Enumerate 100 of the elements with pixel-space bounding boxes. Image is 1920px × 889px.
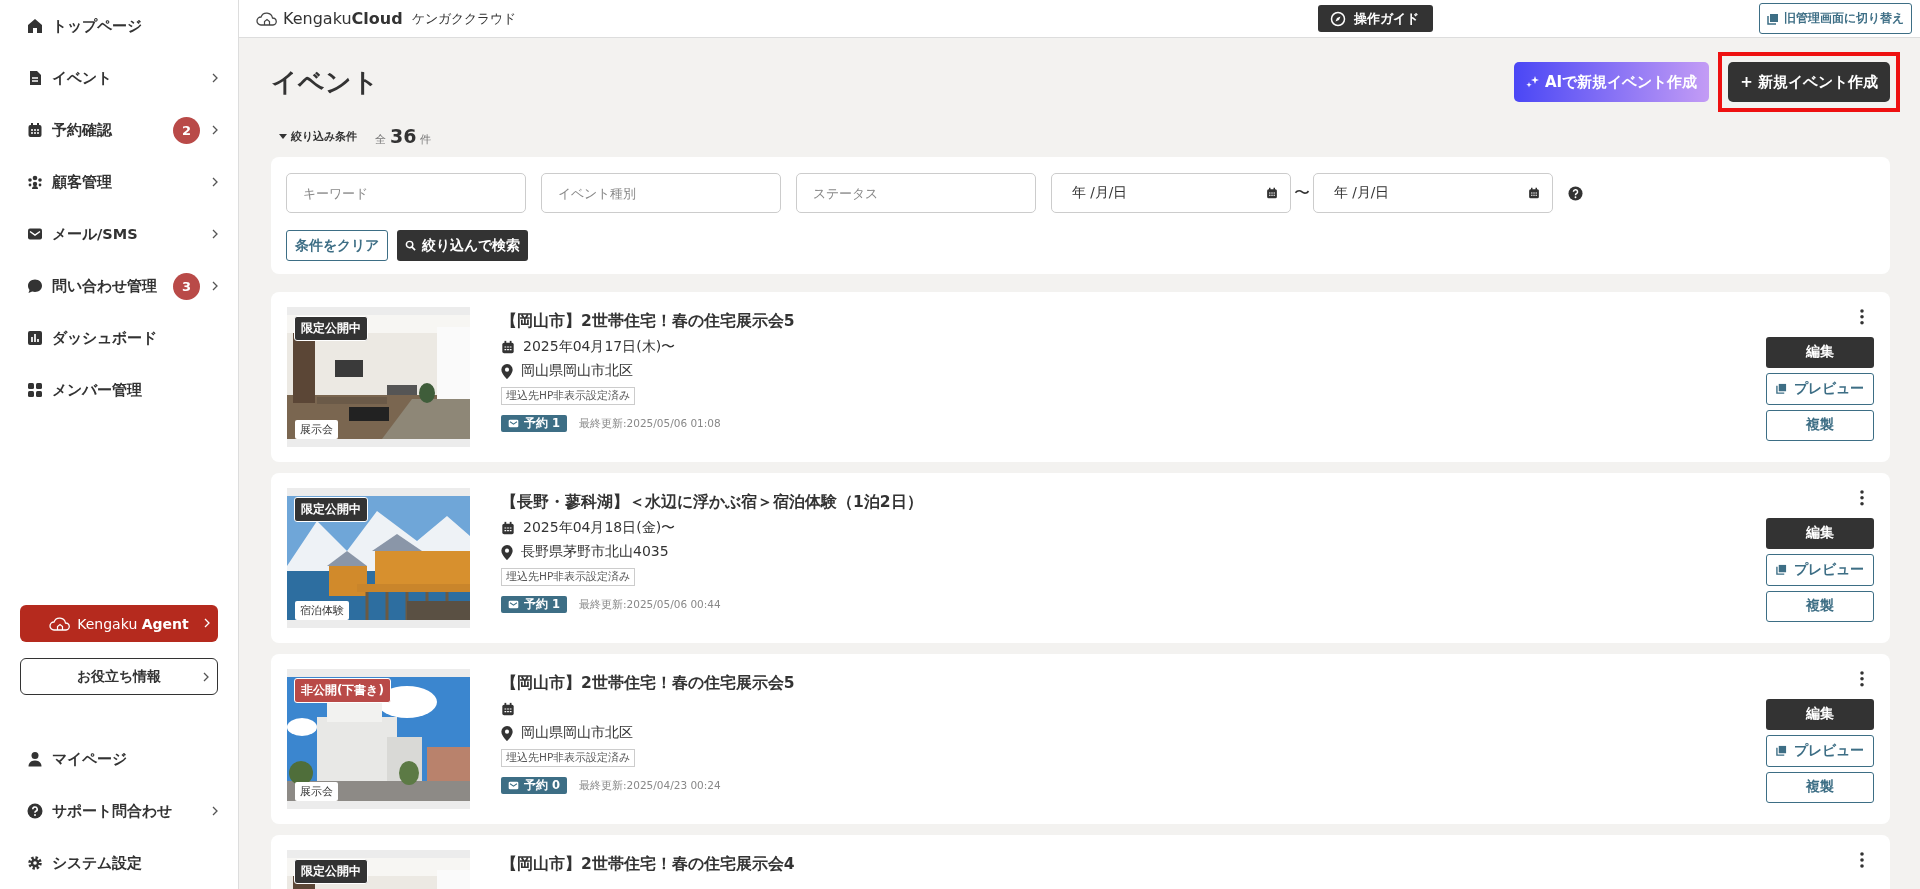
event-title[interactable]: 【岡山市】2世帯住宅！春の住宅展示会5 xyxy=(501,311,1762,332)
filter-field[interactable]: イベント種別 xyxy=(541,173,781,213)
copy-icon xyxy=(1776,564,1787,576)
event-location: 岡山県岡山市北区 xyxy=(521,724,633,742)
duplicate-button[interactable]: 複製 xyxy=(1766,409,1874,441)
result-count: 36 xyxy=(390,125,417,147)
mail-icon xyxy=(508,418,519,429)
date-field[interactable]: 年 /月/日 xyxy=(1051,173,1291,213)
more-menu-icon[interactable] xyxy=(1860,490,1864,506)
sidebar-item[interactable]: システム設定 xyxy=(0,837,238,889)
chat-bubble-icon xyxy=(27,278,43,294)
calendar-icon xyxy=(501,702,515,716)
event-title[interactable]: 【岡山市】2世帯住宅！春の住宅展示会5 xyxy=(501,673,1762,694)
page-title: イベント xyxy=(271,65,380,99)
sidebar-item[interactable]: メール/SMS xyxy=(0,208,238,260)
agent-button[interactable]: Kengaku Agent xyxy=(20,605,218,642)
sidebar-item[interactable]: マイページ xyxy=(0,733,238,785)
sidebar-item[interactable]: トップページ xyxy=(0,0,238,52)
count-prefix: 全 xyxy=(375,132,386,147)
search-icon xyxy=(405,240,416,251)
sidebar-item[interactable]: メンバー管理 xyxy=(0,364,238,416)
event-title[interactable]: 【長野・蓼科湖】＜水辺に浮かぶ宿＞宿泊体験（1泊2日） xyxy=(501,492,1762,513)
count-badge: 3 xyxy=(173,272,200,300)
search-button[interactable]: 絞り込んで検索 xyxy=(397,230,528,261)
edit-button[interactable]: 編集 xyxy=(1766,336,1874,369)
sidebar-item[interactable]: 予約確認 2 xyxy=(0,104,238,156)
status-badge: 非公開(下書き) xyxy=(294,678,391,703)
reservation-badge: 予約 1 xyxy=(501,415,567,432)
grid-icon xyxy=(27,382,43,398)
clear-button[interactable]: 条件をクリア xyxy=(286,230,388,261)
home-icon xyxy=(27,18,43,34)
new-event-button[interactable]: + 新規イベント作成 xyxy=(1728,62,1890,102)
info-button[interactable]: お役立ち情報 xyxy=(20,658,218,695)
calendar-icon xyxy=(501,521,515,535)
calendar-icon xyxy=(1528,187,1540,199)
last-updated: 最終更新:2025/05/06 00:44 xyxy=(579,597,721,612)
reservation-badge: 予約 1 xyxy=(501,596,567,613)
sidebar-item[interactable]: ダッシュボード xyxy=(0,312,238,364)
copy-icon xyxy=(1776,745,1787,757)
range-separator: 〜 xyxy=(1294,182,1310,204)
setting-tag: 埋込先HP非表示設定済み xyxy=(501,387,636,405)
help-icon xyxy=(1568,185,1583,201)
mail-icon xyxy=(27,226,43,242)
event-date: 2025年04月18日(金)〜 xyxy=(523,519,676,537)
more-menu-icon[interactable] xyxy=(1860,671,1864,687)
settings-icon xyxy=(27,855,43,871)
sparkle-icon xyxy=(1526,75,1540,89)
edit-button[interactable]: 編集 xyxy=(1766,517,1874,550)
calendar-icon xyxy=(27,122,43,138)
last-updated: 最終更新:2025/05/06 01:08 xyxy=(579,416,721,431)
category-label: 展示会 xyxy=(295,782,338,801)
cloud-house-icon xyxy=(256,11,278,26)
filter-toggle[interactable]: 絞り込み条件 xyxy=(279,128,357,144)
help-icon xyxy=(27,803,43,819)
preview-button[interactable]: プレビュー xyxy=(1766,554,1874,586)
date-field[interactable]: 年 /月/日 xyxy=(1313,173,1553,213)
duplicate-button[interactable]: 複製 xyxy=(1766,590,1874,622)
logo-text: KengakuCloud xyxy=(283,9,403,28)
mail-icon xyxy=(508,599,519,610)
sidebar-item[interactable]: サポート問合わせ xyxy=(0,785,238,837)
calendar-icon xyxy=(1266,187,1278,199)
category-label: 展示会 xyxy=(295,420,338,439)
sidebar-item[interactable]: イベント xyxy=(0,52,238,104)
more-menu-icon[interactable] xyxy=(1860,309,1864,325)
copy-icon xyxy=(1776,383,1787,395)
status-badge: 限定公開中 xyxy=(294,859,368,884)
last-updated: 最終更新:2025/04/23 00:24 xyxy=(579,778,721,793)
event-date: 2025年04月17日(木)〜 xyxy=(523,338,676,356)
count-unit: 件 xyxy=(420,132,432,147)
ai-create-button[interactable]: AIで新規イベント作成 xyxy=(1514,62,1710,102)
copy-icon xyxy=(1767,12,1779,25)
status-badge: 限定公開中 xyxy=(294,316,368,341)
location-pin-icon xyxy=(501,544,513,560)
switch-button[interactable]: 旧管理画面に切り替え xyxy=(1759,3,1912,34)
preview-button[interactable]: プレビュー xyxy=(1766,735,1874,767)
duplicate-button[interactable]: 複製 xyxy=(1766,771,1874,803)
bar-chart-icon xyxy=(27,330,43,346)
chevron-right-icon xyxy=(203,672,209,682)
count-badge: 2 xyxy=(173,116,200,144)
location-pin-icon xyxy=(501,363,513,379)
sidebar-item[interactable]: 顧客管理 xyxy=(0,156,238,208)
setting-tag: 埋込先HP非表示設定済み xyxy=(501,568,636,586)
more-menu-icon[interactable] xyxy=(1860,852,1864,868)
calendar-icon xyxy=(501,340,515,354)
logo-subtitle: ケンガククラウド xyxy=(411,9,516,28)
chevron-right-icon xyxy=(204,618,210,628)
preview-button[interactable]: プレビュー xyxy=(1766,373,1874,405)
event-title[interactable]: 【岡山市】2世帯住宅！春の住宅展示会4 xyxy=(501,854,1762,875)
edit-button[interactable]: 編集 xyxy=(1766,698,1874,731)
filter-field[interactable]: キーワード xyxy=(286,173,526,213)
guide-button[interactable]: 操作ガイド xyxy=(1318,5,1433,32)
compass-icon xyxy=(1330,10,1346,27)
status-badge: 限定公開中 xyxy=(294,497,368,522)
people-icon xyxy=(27,174,43,190)
cloud-house-icon xyxy=(49,616,72,631)
location-pin-icon xyxy=(501,725,513,741)
person-icon xyxy=(27,751,43,767)
sidebar-item[interactable]: 問い合わせ管理 3 xyxy=(0,260,238,312)
filter-field[interactable]: ステータス xyxy=(796,173,1036,213)
reservation-badge: 予約 0 xyxy=(501,777,567,794)
